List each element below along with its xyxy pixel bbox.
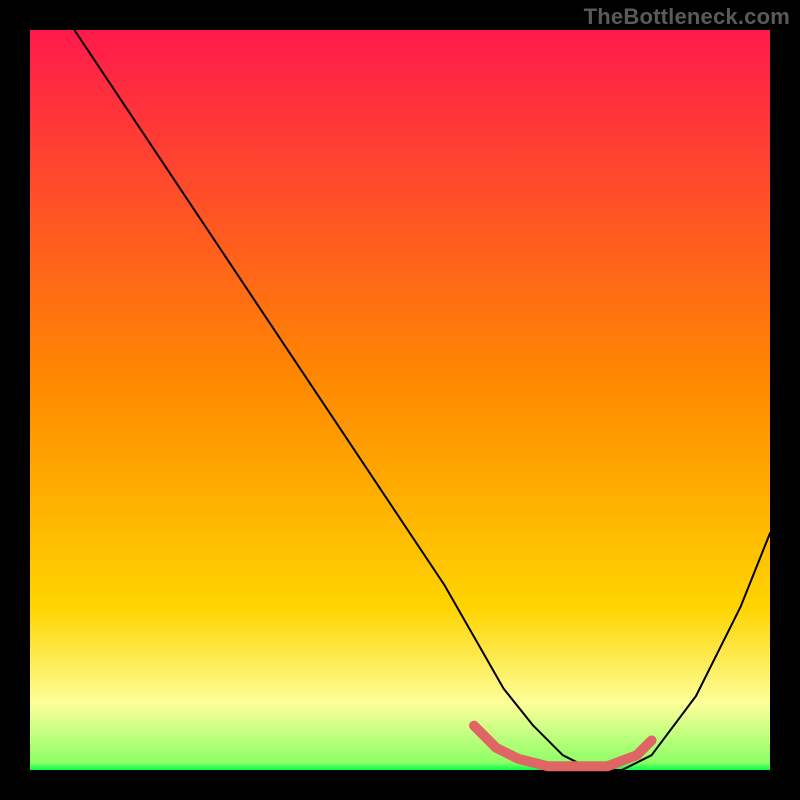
chart-container: TheBottleneck.com: [0, 0, 800, 800]
plot-background: [30, 30, 770, 770]
bottleneck-chart: [0, 0, 800, 800]
watermark-text: TheBottleneck.com: [584, 4, 790, 30]
